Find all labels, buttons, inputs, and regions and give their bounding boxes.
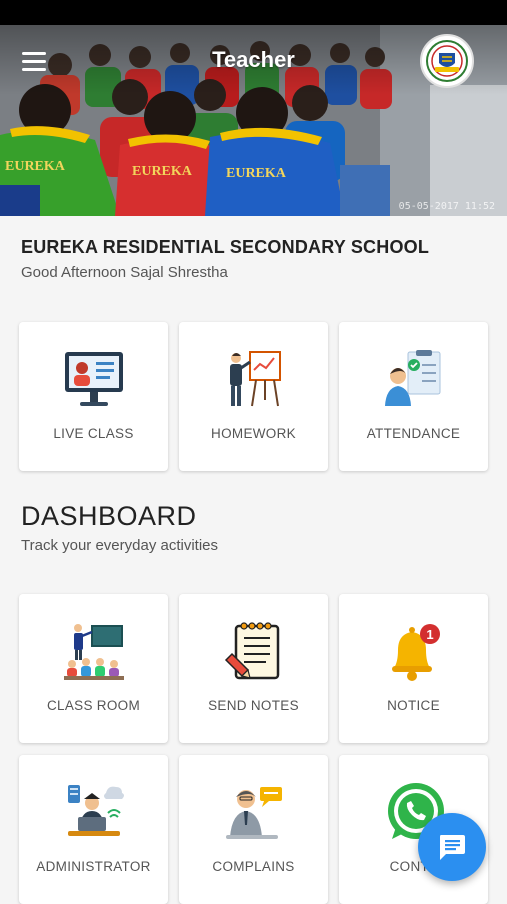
classroom-card[interactable]: CLASS ROOM xyxy=(19,594,168,743)
greeting-text: Good Afternoon Sajal Shrestha xyxy=(21,264,228,281)
complains-card[interactable]: COMPLAINS xyxy=(179,755,328,904)
chat-fab-button[interactable] xyxy=(418,813,486,881)
shirt-text: EUREKA xyxy=(226,166,287,181)
shirt-text: EUREKA xyxy=(132,164,193,179)
attendance-card[interactable]: ATTENDANCE xyxy=(339,322,488,471)
card-label: ADMINISTRATOR xyxy=(36,859,151,874)
attendance-icon xyxy=(339,348,488,412)
dashboard-subtitle: Track your everyday activities xyxy=(21,537,219,554)
card-label: LIVE CLASS xyxy=(53,426,134,441)
card-label: HOMEWORK xyxy=(211,426,296,441)
bell-icon: 1 xyxy=(339,620,488,684)
school-name: EUREKA RESIDENTIAL SECONDARY SCHOOL xyxy=(21,237,430,257)
classroom-icon xyxy=(19,620,168,684)
complains-icon xyxy=(179,781,328,845)
status-bar xyxy=(0,0,507,25)
card-label: SEND NOTES xyxy=(208,698,299,713)
card-label: CLASS ROOM xyxy=(46,698,141,713)
dashboard-title: DASHBOARD xyxy=(21,501,197,531)
administrator-icon xyxy=(19,781,168,845)
administrator-card[interactable]: ADMINISTRATOR xyxy=(19,755,168,904)
shirt-text: EUREKA xyxy=(5,159,66,174)
photo-timestamp: 05-05-2017 11:52 xyxy=(398,201,495,212)
card-label: ATTENDANCE xyxy=(366,426,461,441)
live-class-card[interactable]: LIVE CLASS xyxy=(19,322,168,471)
homework-card[interactable]: HOMEWORK xyxy=(179,322,328,471)
notice-card[interactable]: 1 NOTICE xyxy=(339,594,488,743)
notes-icon xyxy=(179,620,328,684)
live-class-icon xyxy=(19,348,168,412)
school-crest-icon[interactable] xyxy=(420,34,474,88)
homework-icon xyxy=(179,348,328,412)
notice-badge: 1 xyxy=(426,627,433,642)
card-label: NOTICE xyxy=(387,698,440,713)
card-label: COMPLAINS xyxy=(212,859,295,874)
chat-icon xyxy=(440,835,465,860)
send-notes-card[interactable]: SEND NOTES xyxy=(179,594,328,743)
